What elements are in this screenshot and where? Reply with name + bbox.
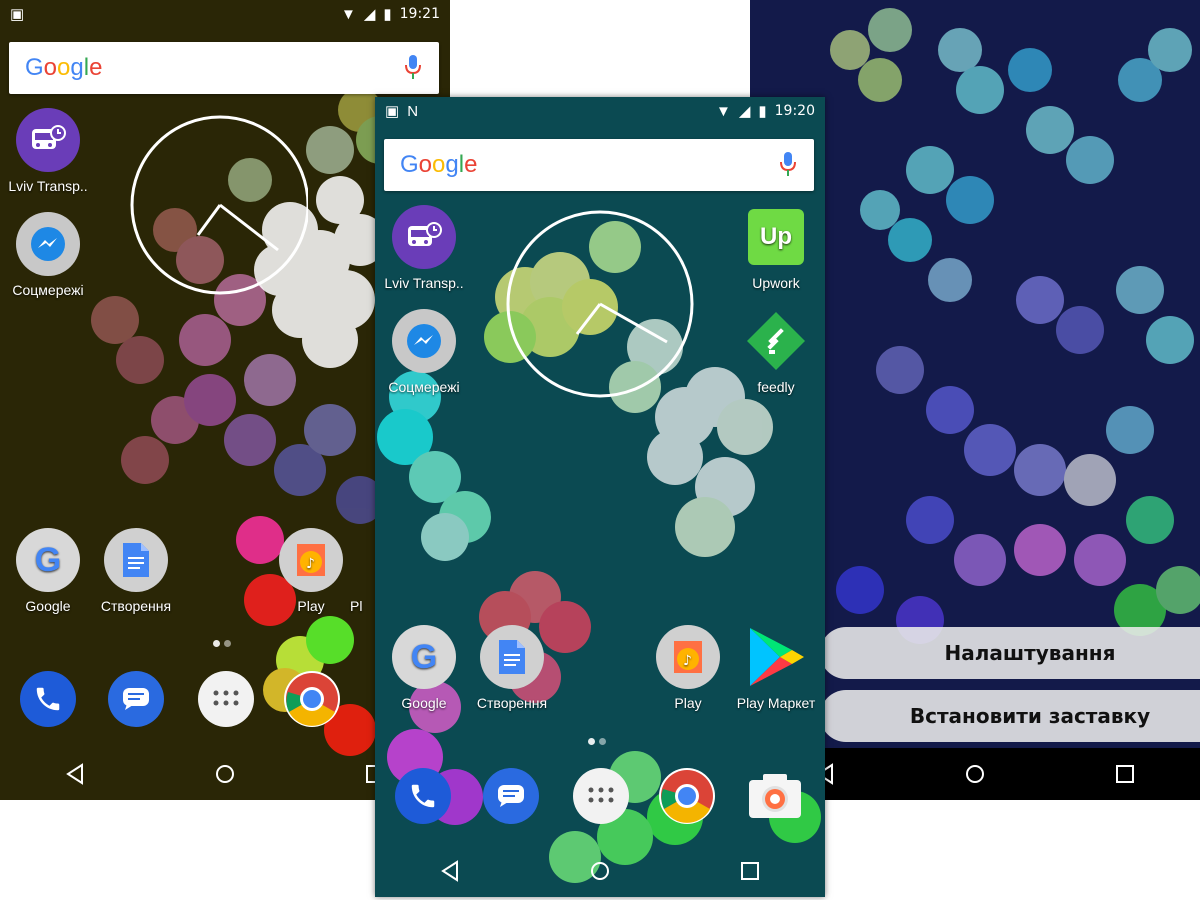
page-indicator bbox=[213, 640, 231, 647]
home-icon[interactable] bbox=[964, 763, 986, 785]
app-label: Lviv Transp.. bbox=[8, 178, 88, 194]
docs-icon bbox=[104, 528, 168, 592]
messages-icon[interactable] bbox=[108, 671, 164, 727]
messenger-icon bbox=[392, 309, 456, 373]
status-time: 19:21 bbox=[399, 6, 440, 22]
app-label: Play Маркет bbox=[736, 695, 816, 711]
app-label: Upwork bbox=[752, 275, 800, 291]
page-indicator bbox=[588, 738, 606, 745]
bus-icon bbox=[392, 205, 456, 269]
status-bar: ▣ N ▼ ◢ ▮ 19:20 bbox=[375, 97, 825, 125]
signal-icon: ◢ bbox=[738, 103, 751, 120]
n-notification-icon: N bbox=[407, 102, 419, 120]
app-folder-create[interactable]: Створення bbox=[467, 625, 557, 711]
app-label: Соцмережі bbox=[12, 282, 84, 298]
svg-text:♪: ♪ bbox=[306, 556, 315, 572]
messenger-icon bbox=[16, 212, 80, 276]
google-search-bar[interactable]: Google bbox=[384, 139, 814, 191]
app-label: Google bbox=[25, 598, 71, 614]
app-folder-google[interactable]: G Google bbox=[379, 625, 469, 711]
app-label: Play bbox=[297, 598, 325, 614]
battery-icon: ▮ bbox=[758, 103, 767, 120]
signal-icon: ◢ bbox=[363, 6, 376, 23]
google-g-icon: G bbox=[16, 528, 80, 592]
app-drawer-icon[interactable] bbox=[198, 671, 254, 727]
upwork-icon: Up bbox=[748, 209, 804, 265]
chrome-icon[interactable] bbox=[659, 768, 715, 824]
recents-icon[interactable] bbox=[1114, 763, 1136, 785]
google-g-icon: G bbox=[392, 625, 456, 689]
google-logo: Google bbox=[25, 54, 103, 81]
navigation-bar bbox=[375, 845, 825, 897]
image-notification-icon: ▣ bbox=[10, 6, 25, 23]
app-drawer-icon[interactable] bbox=[573, 768, 629, 824]
wifi-icon: ▼ bbox=[715, 102, 731, 120]
back-icon[interactable] bbox=[64, 763, 86, 785]
app-label: Створення bbox=[100, 598, 172, 614]
clock-widget[interactable] bbox=[128, 110, 308, 300]
battery-icon: ▮ bbox=[383, 6, 392, 23]
app-label: Соцмережі bbox=[388, 379, 460, 395]
status-time: 19:20 bbox=[774, 103, 815, 119]
app-label: Lviv Transp.. bbox=[384, 275, 464, 291]
recents-icon[interactable] bbox=[739, 860, 761, 882]
chrome-icon[interactable] bbox=[284, 671, 340, 727]
app-label: feedly bbox=[757, 379, 795, 395]
wifi-icon: ▼ bbox=[340, 5, 356, 23]
svg-text:♪: ♪ bbox=[683, 653, 692, 669]
app-label: Створення bbox=[476, 695, 548, 711]
settings-button[interactable]: Налаштування bbox=[820, 627, 1200, 679]
home-icon[interactable] bbox=[214, 763, 236, 785]
status-bar: ▣ ▼ ◢ ▮ 19:21 bbox=[0, 0, 450, 28]
app-label: Play bbox=[674, 695, 702, 711]
app-play-store[interactable]: Play Маркет bbox=[731, 625, 821, 711]
back-icon[interactable] bbox=[439, 860, 461, 882]
app-feedly[interactable]: feedly bbox=[731, 309, 821, 395]
app-folder-social[interactable]: Соцмережі bbox=[379, 309, 469, 395]
app-folder-create[interactable]: Створення bbox=[91, 528, 181, 614]
center-phone-screen: ▣ N ▼ ◢ ▮ 19:20 Google Lviv Transp.. Up … bbox=[375, 97, 825, 897]
clock-widget[interactable] bbox=[505, 209, 695, 399]
mic-icon[interactable] bbox=[780, 152, 796, 181]
bus-icon bbox=[16, 108, 80, 172]
phone-icon[interactable] bbox=[20, 671, 76, 727]
image-notification-icon: ▣ bbox=[385, 103, 400, 120]
app-folder-social[interactable]: Соцмережі bbox=[3, 212, 93, 298]
app-lviv-transport[interactable]: Lviv Transp.. bbox=[379, 205, 469, 291]
app-play-music[interactable]: ♪ Play bbox=[266, 528, 356, 614]
play-music-icon: ♪ bbox=[656, 625, 720, 689]
app-play-music[interactable]: ♪ Play bbox=[643, 625, 733, 711]
home-icon[interactable] bbox=[589, 860, 611, 882]
app-upwork[interactable]: Up Upwork bbox=[731, 205, 821, 291]
app-folder-google[interactable]: G Google bbox=[3, 528, 93, 614]
app-lviv-transport[interactable]: Lviv Transp.. bbox=[3, 108, 93, 194]
mic-icon[interactable] bbox=[405, 55, 421, 84]
docs-icon bbox=[480, 625, 544, 689]
camera-icon[interactable] bbox=[747, 768, 803, 824]
set-wallpaper-button[interactable]: Встановити заставку bbox=[820, 690, 1200, 742]
google-search-bar[interactable]: Google bbox=[9, 42, 439, 94]
phone-icon[interactable] bbox=[395, 768, 451, 824]
google-logo: Google bbox=[400, 151, 478, 178]
app-label: Google bbox=[401, 695, 447, 711]
play-music-icon: ♪ bbox=[279, 528, 343, 592]
feedly-icon bbox=[744, 309, 808, 373]
play-store-icon bbox=[744, 625, 808, 689]
messages-icon[interactable] bbox=[483, 768, 539, 824]
